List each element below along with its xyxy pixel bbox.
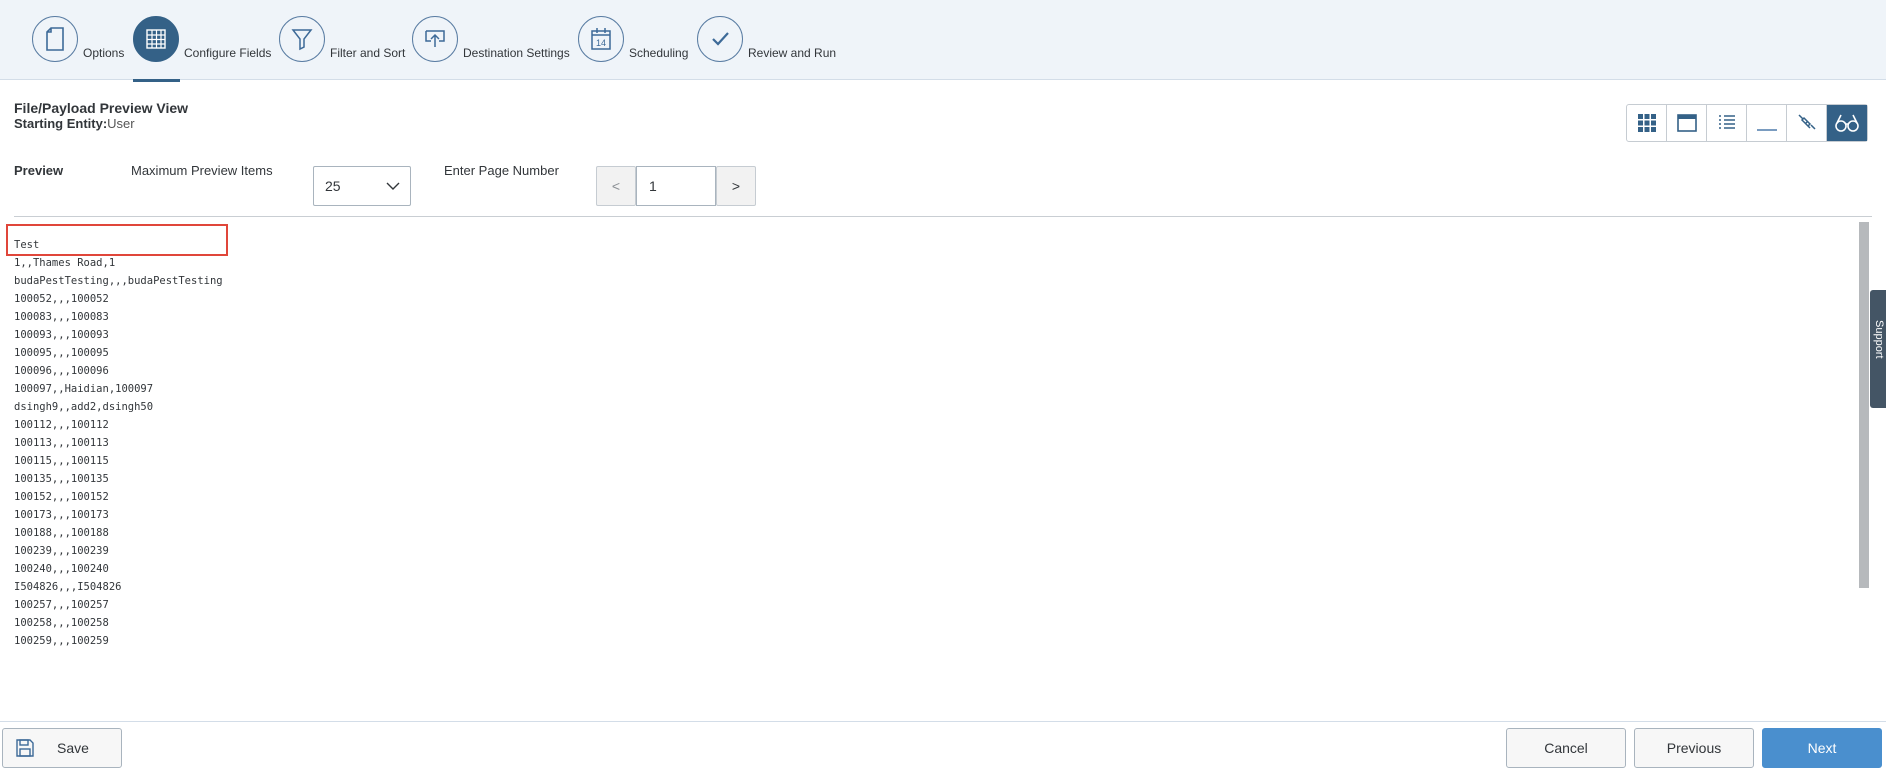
page-number-input[interactable]: 1 xyxy=(636,166,716,206)
document-icon xyxy=(32,16,78,62)
save-button[interactable]: Save xyxy=(2,728,122,768)
next-button[interactable]: Next xyxy=(1762,728,1882,768)
step-label: Configure Fields xyxy=(184,46,272,60)
active-step-indicator xyxy=(133,79,180,82)
max-preview-items-value: 25 xyxy=(325,178,341,194)
highlight-box xyxy=(6,224,228,256)
divider xyxy=(14,216,1872,217)
step-label: Scheduling xyxy=(629,46,689,60)
starting-entity-value: User xyxy=(107,116,135,131)
calendar-icon: 14 xyxy=(578,16,624,62)
step-label: Filter and Sort xyxy=(330,46,406,60)
max-preview-items-select[interactable]: 25 xyxy=(313,166,411,206)
upload-icon xyxy=(412,16,458,62)
grid-view-icon[interactable] xyxy=(1627,105,1667,141)
cancel-button[interactable]: Cancel xyxy=(1506,728,1626,768)
starting-entity-label: Starting Entity: xyxy=(14,116,108,131)
view-toolbar xyxy=(1626,104,1868,142)
payload-preview-text: Test 1,,Thames Road,1 budaPestTesting,,,… xyxy=(14,239,223,647)
form-view-icon[interactable] xyxy=(1667,105,1707,141)
starting-entity: Starting Entity:User xyxy=(14,116,135,131)
vertical-scrollbar[interactable] xyxy=(1859,222,1869,588)
previous-page-button[interactable]: < xyxy=(596,166,636,206)
connection-icon[interactable] xyxy=(1787,105,1827,141)
grid-icon xyxy=(133,16,179,62)
step-configure-fields[interactable]: Configure Fields xyxy=(133,16,272,82)
wizard-bar: Options Configure Fields Filter and Sort… xyxy=(0,0,1886,82)
step-label: Review and Run xyxy=(748,46,837,60)
step-filter-and-sort[interactable]: Filter and Sort xyxy=(279,16,405,80)
support-tab[interactable]: Support xyxy=(1870,290,1886,408)
step-options[interactable]: Options xyxy=(32,16,124,80)
step-review-and-run[interactable]: Review and Run xyxy=(697,16,836,80)
calendar-day: 14 xyxy=(596,38,606,48)
list-view-icon[interactable] xyxy=(1707,105,1747,141)
page-number-label: Enter Page Number xyxy=(444,163,559,178)
save-label: Save xyxy=(57,740,89,756)
step-destination-settings[interactable]: Destination Settings xyxy=(412,16,570,80)
max-preview-items-label: Maximum Preview Items xyxy=(131,163,273,178)
step-label: Options xyxy=(83,46,125,60)
step-label: Destination Settings xyxy=(463,46,570,60)
underline-view-icon[interactable] xyxy=(1747,105,1787,141)
next-page-button[interactable]: > xyxy=(716,166,756,206)
step-scheduling[interactable]: 14 Scheduling xyxy=(578,16,688,80)
checkmark-icon xyxy=(697,16,743,62)
preview-glasses-icon[interactable] xyxy=(1827,105,1867,141)
page-title: File/Payload Preview View xyxy=(14,100,189,116)
chevron-down-icon xyxy=(376,182,410,191)
support-tab-label: Support xyxy=(1873,320,1885,359)
filter-icon xyxy=(279,16,325,62)
save-icon xyxy=(15,738,35,758)
preview-label: Preview xyxy=(14,163,64,178)
previous-button[interactable]: Previous xyxy=(1634,728,1754,768)
